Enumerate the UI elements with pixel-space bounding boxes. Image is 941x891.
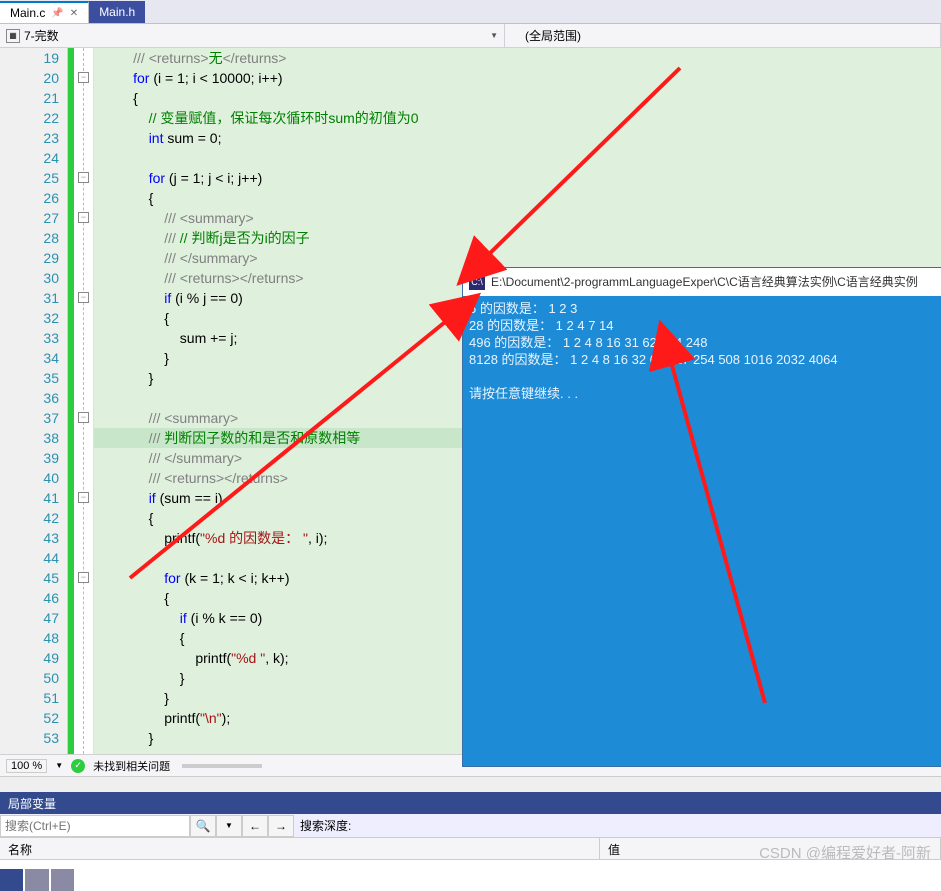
- code-line[interactable]: for (j = 1; j < i; j++): [94, 168, 941, 188]
- close-icon[interactable]: ✕: [70, 8, 78, 19]
- locals-title: 局部变量: [8, 795, 56, 812]
- depth-label: 搜索深度:: [294, 817, 357, 834]
- tab-label: Main.c: [10, 6, 45, 20]
- search-icon: 🔍: [196, 819, 211, 833]
- dropdown-button[interactable]: ▼: [216, 815, 242, 837]
- console-titlebar[interactable]: C:\ E:\Document\2-programmLanguageExper\…: [463, 268, 941, 296]
- module-icon: ▦: [6, 29, 20, 43]
- console-output: 6 的因数是： 1 2 3 28 的因数是： 1 2 4 7 14 496 的因…: [463, 296, 941, 406]
- scope-label: 7-完数: [24, 27, 59, 44]
- bottom-tab[interactable]: [25, 869, 48, 891]
- code-line[interactable]: /// </summary>: [94, 248, 941, 268]
- nav-dropdown-bar: ▦ 7-完数 ▼ (全局范围): [0, 24, 941, 48]
- code-line[interactable]: /// // 判断j是否为i的因子: [94, 228, 941, 248]
- console-icon: C:\: [469, 274, 485, 290]
- tab-main-h[interactable]: Main.h: [89, 1, 145, 23]
- tab-main-c[interactable]: Main.c 📌 ✕: [0, 1, 89, 23]
- scope-dropdown-right[interactable]: (全局范围): [505, 24, 941, 47]
- code-line[interactable]: int sum = 0;: [94, 128, 941, 148]
- line-number-gutter: 1920212223242526272829303132333435363738…: [0, 48, 68, 754]
- locals-body: [0, 860, 941, 880]
- code-line[interactable]: [94, 148, 941, 168]
- pin-icon[interactable]: 📌: [51, 8, 63, 19]
- file-tabs: Main.c 📌 ✕ Main.h: [0, 0, 941, 24]
- chevron-down-icon[interactable]: ▼: [55, 761, 63, 770]
- code-line[interactable]: /// <summary>: [94, 208, 941, 228]
- watermark: CSDN @编程爱好者-阿新: [759, 842, 931, 863]
- scope-dropdown-left[interactable]: ▦ 7-完数 ▼: [0, 24, 505, 47]
- issues-text: 未找到相关问题: [93, 758, 170, 774]
- nav-back-button[interactable]: ←: [242, 815, 268, 837]
- fold-column[interactable]: −−−−−−−: [74, 48, 94, 754]
- chevron-down-icon: ▼: [490, 31, 498, 40]
- code-line[interactable]: {: [94, 188, 941, 208]
- search-button[interactable]: 🔍: [190, 815, 216, 837]
- zoom-level[interactable]: 100 %: [6, 759, 47, 773]
- locals-panel-header[interactable]: 局部变量: [0, 792, 941, 814]
- code-line[interactable]: {: [94, 88, 941, 108]
- horizontal-scrollbar[interactable]: [0, 776, 941, 792]
- tab-label: Main.h: [99, 5, 135, 19]
- code-editor[interactable]: 1920212223242526272829303132333435363738…: [0, 48, 941, 754]
- code-line[interactable]: // 变量赋值，保证每次循环时sum的初值为0: [94, 108, 941, 128]
- check-icon: ✓: [71, 759, 85, 773]
- code-line[interactable]: for (i = 1; i < 10000; i++): [94, 68, 941, 88]
- nav-fwd-button[interactable]: →: [268, 815, 294, 837]
- console-window[interactable]: C:\ E:\Document\2-programmLanguageExper\…: [463, 268, 941, 766]
- bottom-tab[interactable]: [51, 869, 74, 891]
- col-name[interactable]: 名称: [0, 838, 600, 859]
- bottom-tab-strip: [0, 869, 76, 891]
- locals-search-row: 🔍 ▼ ← → 搜索深度:: [0, 814, 941, 838]
- zoom-slider[interactable]: [182, 764, 262, 768]
- search-input[interactable]: [0, 815, 190, 837]
- scope-label: (全局范围): [525, 27, 581, 44]
- console-title-text: E:\Document\2-programmLanguageExper\C\C语…: [491, 274, 918, 291]
- bottom-tab[interactable]: [0, 869, 23, 891]
- code-line[interactable]: /// <returns>无</returns>: [94, 48, 941, 68]
